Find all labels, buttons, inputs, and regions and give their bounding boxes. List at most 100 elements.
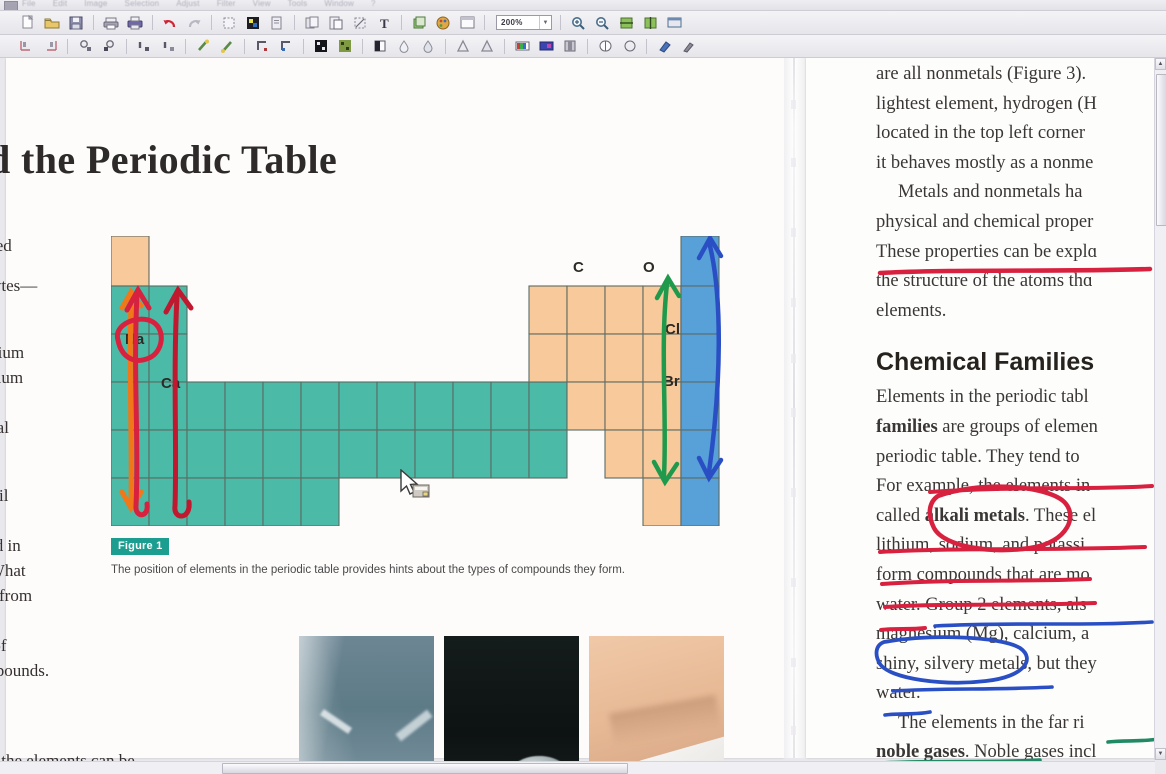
term-alkali-metals: alkali metals: [924, 505, 1026, 526]
element-label-cl: Cl: [665, 321, 680, 338]
palette-icon[interactable]: [432, 12, 454, 33]
document-canvas[interactable]: d the Periodic Table vered rolytes— sodi…: [0, 58, 1166, 774]
corner-top-left-icon[interactable]: [251, 36, 273, 57]
periodic-table-figure: Na Ca C O Cl Br: [111, 236, 731, 526]
despeckle-icon[interactable]: [310, 36, 332, 57]
figure-tag: Figure 1: [111, 538, 170, 555]
photo-strip: [299, 636, 724, 774]
fit-width-icon[interactable]: [615, 12, 637, 33]
menu-item-help[interactable]: ?: [371, 0, 376, 8]
align-right-icon[interactable]: [39, 36, 61, 57]
smudge-icon[interactable]: [417, 36, 439, 57]
left-fragment-3: sodium: [0, 343, 25, 362]
term-noble-gases: noble gases: [876, 742, 965, 763]
color-balance-icon[interactable]: [511, 36, 533, 57]
chevron-down-icon[interactable]: ▼: [539, 16, 551, 29]
save-icon[interactable]: [65, 12, 87, 33]
right-line-20: water.: [876, 683, 921, 704]
crop-icon[interactable]: [242, 12, 264, 33]
fit-page-icon[interactable]: [639, 12, 661, 33]
zoom-in-icon[interactable]: [567, 12, 589, 33]
zoom-level-combobox[interactable]: 200% ▼: [496, 15, 552, 30]
photo-metal-sample: [299, 636, 434, 774]
right-line-16: form compounds that are mo: [876, 564, 1090, 585]
full-screen-icon[interactable]: [663, 12, 685, 33]
contrast-icon[interactable]: [369, 36, 391, 57]
flip-vertical-icon[interactable]: [157, 36, 179, 57]
blur-icon[interactable]: [393, 36, 415, 57]
select-rectangle-icon[interactable]: [218, 12, 240, 33]
copy-page-icon[interactable]: [266, 12, 288, 33]
toolbar-primary: T 200% ▼: [0, 11, 1166, 35]
duplicate-page-icon[interactable]: [301, 12, 323, 33]
menu-item-tools[interactable]: Tools: [288, 0, 308, 8]
left2-fragment-3: lved in: [0, 536, 21, 555]
vertical-scroll-thumb[interactable]: [1156, 74, 1166, 226]
left2-fragment-2: or: [0, 508, 94, 533]
noise-filter-icon[interactable]: [334, 36, 356, 57]
menu-item-filter[interactable]: Filter: [217, 0, 236, 8]
menu-item-adjust[interactable]: Adjust: [176, 0, 199, 8]
menu-item-selection[interactable]: Selection: [125, 0, 160, 8]
horizontal-scrollbar[interactable]: [0, 761, 1155, 774]
corner-top-right-icon[interactable]: [275, 36, 297, 57]
left2-fragment-4: s. What: [0, 561, 26, 580]
left-fragment-5: all: [0, 390, 94, 415]
right-line-17: water. Group 2 elements, als: [876, 594, 1087, 615]
redo-icon[interactable]: [183, 12, 205, 33]
menu-item-image[interactable]: Image: [84, 0, 107, 8]
brightness-icon[interactable]: [594, 36, 616, 57]
element-label-c: C: [573, 259, 584, 276]
menu-item-file[interactable]: File: [22, 0, 36, 8]
layers-icon[interactable]: [408, 12, 430, 33]
right-line-3: located in the top left corner: [876, 123, 1086, 144]
element-label-o: O: [643, 259, 655, 276]
sharpen-icon[interactable]: [452, 36, 474, 57]
invert-icon[interactable]: [618, 36, 640, 57]
svg-text:T: T: [380, 16, 389, 30]
right-line-1: are all nonmetals (Figure 3).: [876, 64, 1087, 84]
window-icon[interactable]: [456, 12, 478, 33]
right-line-14-post: . These el: [1025, 505, 1097, 526]
open-folder-icon[interactable]: [41, 12, 63, 33]
clone-stamp-icon[interactable]: [677, 36, 699, 57]
align-left-icon[interactable]: [15, 36, 37, 57]
right-line-10: Elements in the periodic tabl: [876, 387, 1089, 408]
scroll-up-button[interactable]: ▲: [1155, 58, 1166, 70]
right-page-text: are all nonmetals (Figure 3). lightest e…: [876, 58, 1166, 774]
flip-horizontal-icon[interactable]: [133, 36, 155, 57]
figure-caption-text: The position of elements in the periodic…: [111, 564, 625, 576]
right-line-7: These properties can be explɑ: [876, 241, 1098, 262]
grayscale-icon[interactable]: [559, 36, 581, 57]
vertical-scrollbar[interactable]: ▲ ▼: [1154, 58, 1166, 760]
scroll-down-button[interactable]: ▼: [1155, 748, 1166, 760]
soften-icon[interactable]: [476, 36, 498, 57]
pen-right-icon[interactable]: [216, 36, 238, 57]
hue-saturation-icon[interactable]: [535, 36, 557, 57]
undo-icon[interactable]: [159, 12, 181, 33]
rotate-left-icon[interactable]: [74, 36, 96, 57]
pen-left-icon[interactable]: [192, 36, 214, 57]
print-icon[interactable]: [100, 12, 122, 33]
menu-item-view[interactable]: View: [253, 0, 271, 8]
scanned-page-left: d the Periodic Table vered rolytes— sodi…: [0, 58, 784, 774]
right-line-9: elements.: [876, 300, 947, 321]
print-preview-icon[interactable]: [124, 12, 146, 33]
image-editor-window: File Edit Image Selection Adjust Filter …: [0, 0, 1166, 774]
menu-item-edit[interactable]: Edit: [53, 0, 68, 8]
new-document-icon[interactable]: [17, 12, 39, 33]
eraser-icon[interactable]: [653, 36, 675, 57]
rotate-right-icon[interactable]: [98, 36, 120, 57]
text-tool-icon[interactable]: T: [373, 12, 395, 33]
element-label-br: Br: [663, 373, 680, 390]
right-line-22-rest: . Noble gases incl: [964, 742, 1097, 763]
zoom-out-icon[interactable]: [591, 12, 613, 33]
page-spine: [784, 58, 806, 758]
deskew-icon[interactable]: [349, 12, 371, 33]
horizontal-scroll-thumb[interactable]: [222, 763, 628, 774]
menu-item-window[interactable]: Window: [324, 0, 354, 8]
photo-dark-sample: [444, 636, 579, 774]
right-line-8: the structure of the atoms thɑ: [876, 271, 1093, 292]
paste-page-icon[interactable]: [325, 12, 347, 33]
left-body-column: vered rolytes— sodium lithium all trical: [0, 233, 94, 455]
